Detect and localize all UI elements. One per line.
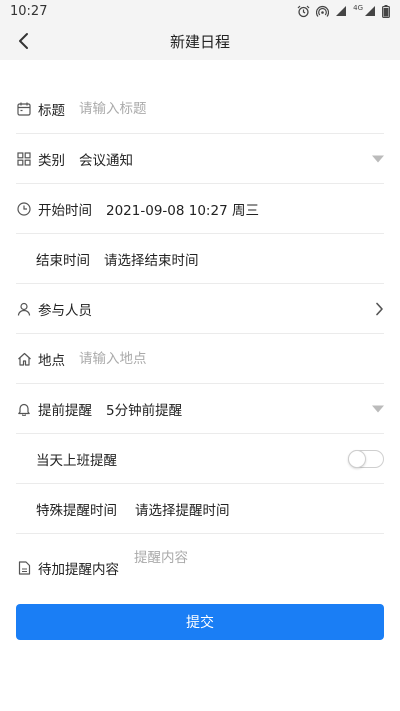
start-time-value: 2021-09-08 10:27 周三 (106, 202, 259, 219)
schedule-form: 标题 类别 会议通知 开始时间 2021-09-08 10:27 周三 结束时间… (0, 84, 400, 612)
person-icon (16, 301, 32, 317)
participants-row[interactable]: 参与人员 (16, 284, 384, 334)
hotspot-icon (316, 5, 330, 17)
page-title: 新建日程 (169, 32, 230, 51)
status-time: 10:27 (10, 3, 48, 19)
category-label: 类别 (38, 152, 65, 169)
calendar-icon (16, 101, 32, 117)
end-time-placeholder: 请选择结束时间 (104, 252, 199, 269)
signal-icon-2 (365, 6, 375, 16)
chevron-left-icon (19, 33, 28, 49)
alarm-icon (297, 5, 310, 17)
reminder-row[interactable]: 提前提醒 5分钟前提醒 (16, 384, 384, 434)
chevron-right-icon (375, 302, 384, 316)
location-row: 地点 (16, 334, 384, 384)
battery-icon (382, 4, 390, 18)
start-time-row[interactable]: 开始时间 2021-09-08 10:27 周三 (16, 184, 384, 234)
end-time-row[interactable]: 结束时间 请选择结束时间 (16, 234, 384, 284)
special-time-row[interactable]: 特殊提醒时间 请选择提醒时间 (16, 484, 384, 534)
reminder-value: 5分钟前提醒 (106, 402, 183, 419)
status-icons: 4G (297, 4, 390, 18)
grid-icon (16, 151, 32, 167)
location-input[interactable] (79, 350, 384, 367)
navigation-bar: 新建日程 (0, 22, 400, 60)
reminder-label: 提前提醒 (38, 402, 92, 419)
back-button[interactable] (12, 30, 34, 52)
submit-button[interactable]: 提交 (16, 604, 384, 640)
document-icon (16, 560, 32, 576)
dropdown-arrow-icon (372, 155, 384, 162)
reminder-content-label: 待加提醒内容 (38, 562, 119, 578)
title-row: 标题 (16, 84, 384, 134)
workday-reminder-label: 当天上班提醒 (36, 452, 117, 469)
clock-icon (16, 201, 32, 217)
special-time-placeholder: 请选择提醒时间 (135, 502, 230, 519)
workday-reminder-toggle[interactable] (348, 449, 384, 468)
workday-reminder-row: 当天上班提醒 (16, 434, 384, 484)
network-type: 4G (353, 4, 363, 12)
start-time-label: 开始时间 (38, 202, 92, 219)
dropdown-arrow-icon (372, 405, 384, 412)
status-bar: 10:27 4G (0, 0, 400, 22)
title-input[interactable] (79, 100, 384, 117)
reminder-content-input[interactable] (134, 546, 384, 596)
reminder-content-row: 待加提醒内容 (16, 534, 384, 612)
category-value: 会议通知 (79, 152, 133, 169)
participants-label: 参与人员 (38, 302, 92, 319)
title-label: 标题 (38, 102, 65, 119)
category-row[interactable]: 类别 会议通知 (16, 134, 384, 184)
signal-icon (336, 6, 347, 16)
bell-icon (16, 401, 32, 417)
special-time-label: 特殊提醒时间 (36, 502, 117, 519)
end-time-label: 结束时间 (36, 252, 90, 269)
location-label: 地点 (38, 352, 65, 369)
home-icon (16, 351, 32, 367)
